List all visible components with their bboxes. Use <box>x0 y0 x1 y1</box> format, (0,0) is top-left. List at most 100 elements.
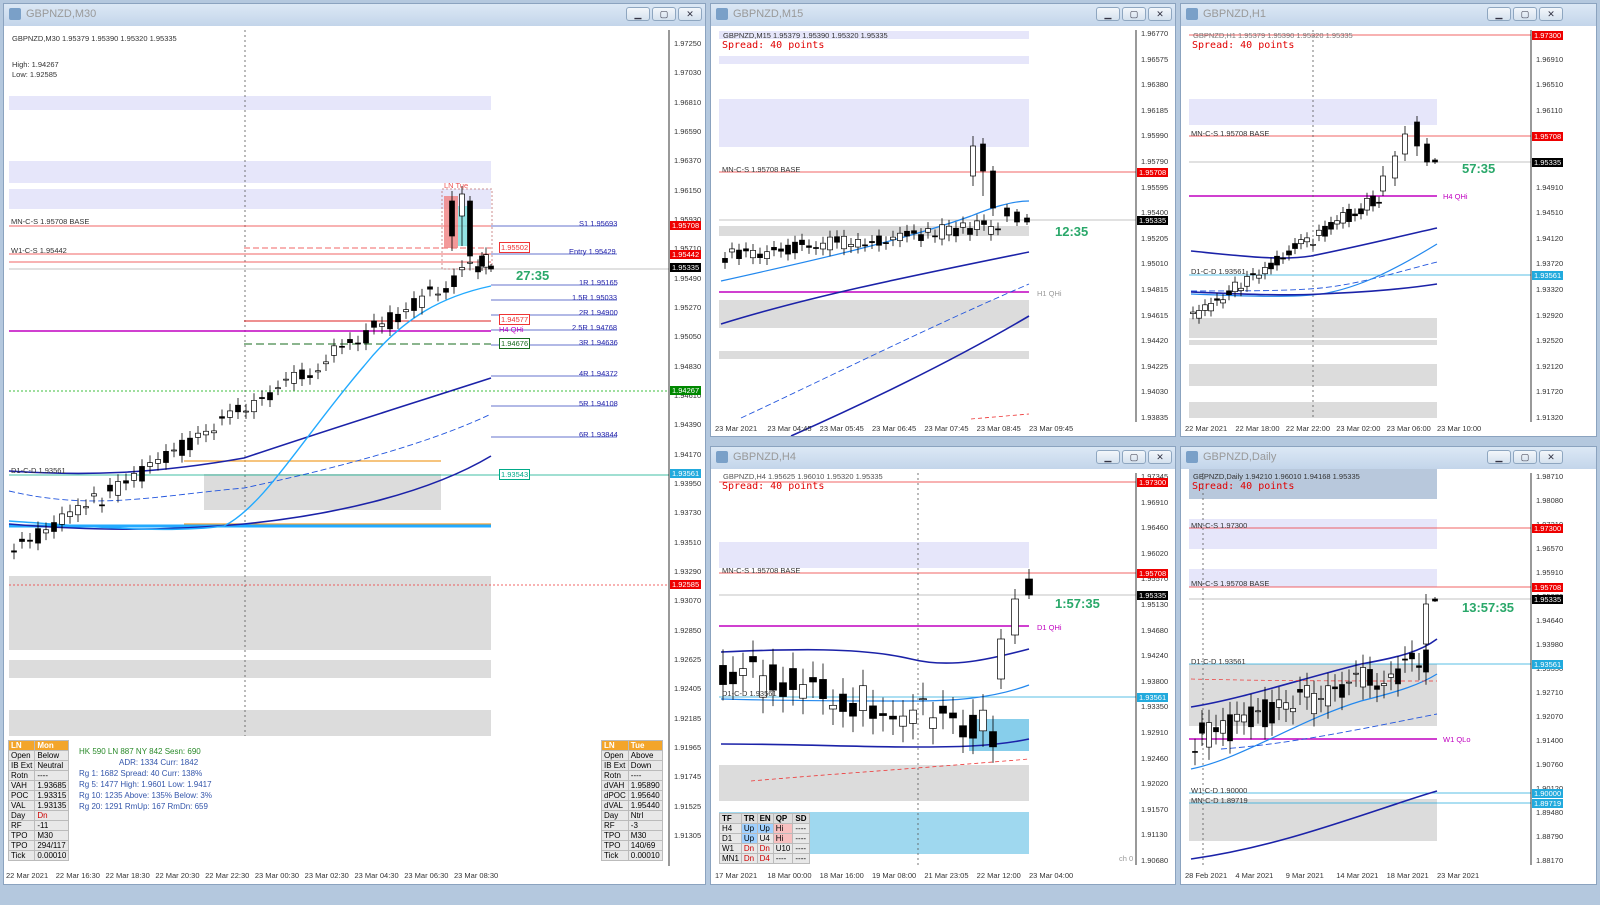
candle-body <box>1432 159 1438 163</box>
candle-body <box>479 255 485 267</box>
table-header-cell: Tue <box>627 740 663 751</box>
minimize-button[interactable]: ▁ <box>1487 7 1511 21</box>
candle-body <box>820 242 826 250</box>
candle-body <box>1360 667 1366 688</box>
window-titlebar[interactable]: GBPNZD,M15 ▁ ▢ ✕ <box>711 4 1175 27</box>
close-button[interactable]: ✕ <box>1539 7 1563 21</box>
candle-body <box>970 145 976 177</box>
window-titlebar[interactable]: GBPNZD,H1 ▁ ▢ ✕ <box>1181 4 1596 27</box>
maximize-button[interactable]: ▢ <box>1513 450 1537 464</box>
table-row: Day Ntrl <box>601 810 663 821</box>
table-cell: MN1 <box>719 853 742 864</box>
candle-body <box>1328 222 1334 230</box>
window-titlebar[interactable]: GBPNZD,Daily ▁ ▢ ✕ <box>1181 447 1596 470</box>
price-axis-label: 1.93320 <box>1536 285 1564 294</box>
price-axis-label: 1.91720 <box>1536 387 1564 397</box>
candle-body <box>789 668 797 690</box>
table-header-row: LN Tue <box>601 740 663 751</box>
table-cell: 1.93685 <box>34 780 70 791</box>
candle-body <box>43 529 49 534</box>
candle-body <box>939 705 947 714</box>
candle-body <box>35 528 41 544</box>
price-axis-label: 1.96460 <box>1141 523 1169 533</box>
time-axis-label: 23 Mar 09:45 <box>1029 424 1074 433</box>
close-button[interactable]: ✕ <box>1539 450 1563 464</box>
table-row: MN1 Dn D4 ---- ---- <box>719 853 810 864</box>
table-row: Tick 0.00010 <box>601 850 663 861</box>
minimize-button[interactable]: ▁ <box>1096 7 1120 21</box>
candle-body <box>1432 598 1438 602</box>
price-axis-label: 1.96910 <box>1141 497 1169 507</box>
chart-window-h1[interactable]: GBPNZD,H1 ▁ ▢ ✕ GBPNZD,H1 1.95379 1.9539… <box>1180 3 1597 437</box>
price-axis-label: 1.92920 <box>1536 310 1564 320</box>
candle-body <box>869 241 875 243</box>
candle-body <box>839 693 847 712</box>
price-axis-label: 1.97250 <box>674 39 702 48</box>
r2-label: 2R 1.94900 <box>579 308 618 317</box>
close-button[interactable]: ✕ <box>678 7 702 21</box>
candle-body <box>1392 155 1398 179</box>
maximize-button[interactable]: ▢ <box>652 7 676 21</box>
maximize-button[interactable]: ▢ <box>1122 450 1146 464</box>
chart-area[interactable]: GBPNZD,M30 1.95379 1.95390 1.95320 1.953… <box>4 26 705 884</box>
candle-body <box>259 397 265 399</box>
chart-area[interactable]: GBPNZD,M15 1.95379 1.95390 1.95320 1.953… <box>711 26 1175 436</box>
chart-window-h4[interactable]: GBPNZD,H4 ▁ ▢ ✕ GBPNZD,H4 1.95625 1.9601… <box>710 446 1176 885</box>
chart-icon <box>716 8 728 20</box>
price-axis-label: 1.97030 <box>674 68 702 78</box>
candle-body <box>1292 243 1298 249</box>
price-tag-cyan: 1.93561 <box>1532 660 1564 669</box>
window-titlebar[interactable]: GBPNZD,H4 ▁ ▢ ✕ <box>711 447 1175 470</box>
close-button[interactable]: ✕ <box>1148 450 1172 464</box>
table-header-cell: TR <box>740 813 758 824</box>
candle-body <box>83 506 89 509</box>
chart-area[interactable]: GBPNZD,H4 1.95625 1.96010 1.95320 1.9533… <box>711 469 1175 884</box>
window-titlebar[interactable]: GBPNZD,M30 ▁ ▢ ✕ <box>4 4 705 27</box>
table-row: Open Above <box>601 750 663 761</box>
candle-body <box>739 668 747 676</box>
table-cell: dVAL <box>601 800 629 811</box>
table-cell: Up <box>740 823 758 834</box>
candle-body <box>387 312 393 330</box>
minimize-button[interactable]: ▁ <box>626 7 650 21</box>
price-axis-label: 1.96185 <box>1141 105 1169 115</box>
candle-body <box>267 392 273 401</box>
candle-body <box>1250 273 1256 276</box>
maximize-button[interactable]: ▢ <box>1122 7 1146 21</box>
candle-body <box>1255 710 1261 713</box>
chart-window-daily[interactable]: GBPNZD,Daily ▁ ▢ ✕ GBPNZD,Daily 1.94210 … <box>1180 446 1597 885</box>
price-axis-label: 1.92405 <box>674 684 702 694</box>
price-axis-label: 1.95270 <box>674 303 702 312</box>
price-tag-red-3: 1.92585 <box>670 580 702 589</box>
candle-body <box>1310 243 1316 246</box>
chart-area[interactable]: GBPNZD,H1 1.95379 1.95390 1.95320 1.9533… <box>1181 26 1596 436</box>
minimize-button[interactable]: ▁ <box>1487 450 1511 464</box>
candle-body <box>1241 714 1247 723</box>
price-axis-label: 1.96370 <box>674 156 702 166</box>
chart-window-m30[interactable]: GBPNZD,M30 ▁ ▢ ✕ GBPNZD,M30 1.95379 1.95… <box>3 3 706 885</box>
chart-area[interactable]: GBPNZD,Daily 1.94210 1.96010 1.94168 1.9… <box>1181 469 1596 884</box>
candle-body <box>809 677 817 683</box>
price-axis-label: 1.91570 <box>1141 804 1169 814</box>
bar-timer: 27:35 <box>516 268 550 283</box>
close-button[interactable]: ✕ <box>1148 7 1172 21</box>
table-cell: Dn <box>756 843 774 854</box>
table-row: RF -11 <box>7 820 70 831</box>
price-axis-label: 1.92850 <box>674 625 702 635</box>
candle-body <box>1220 720 1226 734</box>
channel-label: ch 0 <box>1119 854 1134 863</box>
chart-window-m15[interactable]: GBPNZD,M15 ▁ ▢ ✕ GBPNZD,M15 1.95379 1.95… <box>710 3 1176 437</box>
table-cell: D4 <box>756 853 774 864</box>
price-axis-label: 1.91965 <box>674 743 702 752</box>
candle-body <box>99 504 105 507</box>
minimize-button[interactable]: ▁ <box>1096 450 1120 464</box>
table-row: RF -3 <box>601 820 663 831</box>
candle-body <box>147 462 153 467</box>
maximize-button[interactable]: ▢ <box>1513 7 1537 21</box>
window-title: GBPNZD,M15 <box>733 8 804 20</box>
candle-body <box>960 222 966 228</box>
time-axis-label: 21 Mar 23:05 <box>924 871 969 880</box>
trend-table: TF TR EN QP SD H4 Up Up Hi ---- D1 Up U4 Hi ---- W1 Dn Dn… <box>719 813 810 864</box>
r5-label: 5R 1.94108 <box>579 399 618 408</box>
table-row: TPO 294/117 <box>7 840 70 851</box>
